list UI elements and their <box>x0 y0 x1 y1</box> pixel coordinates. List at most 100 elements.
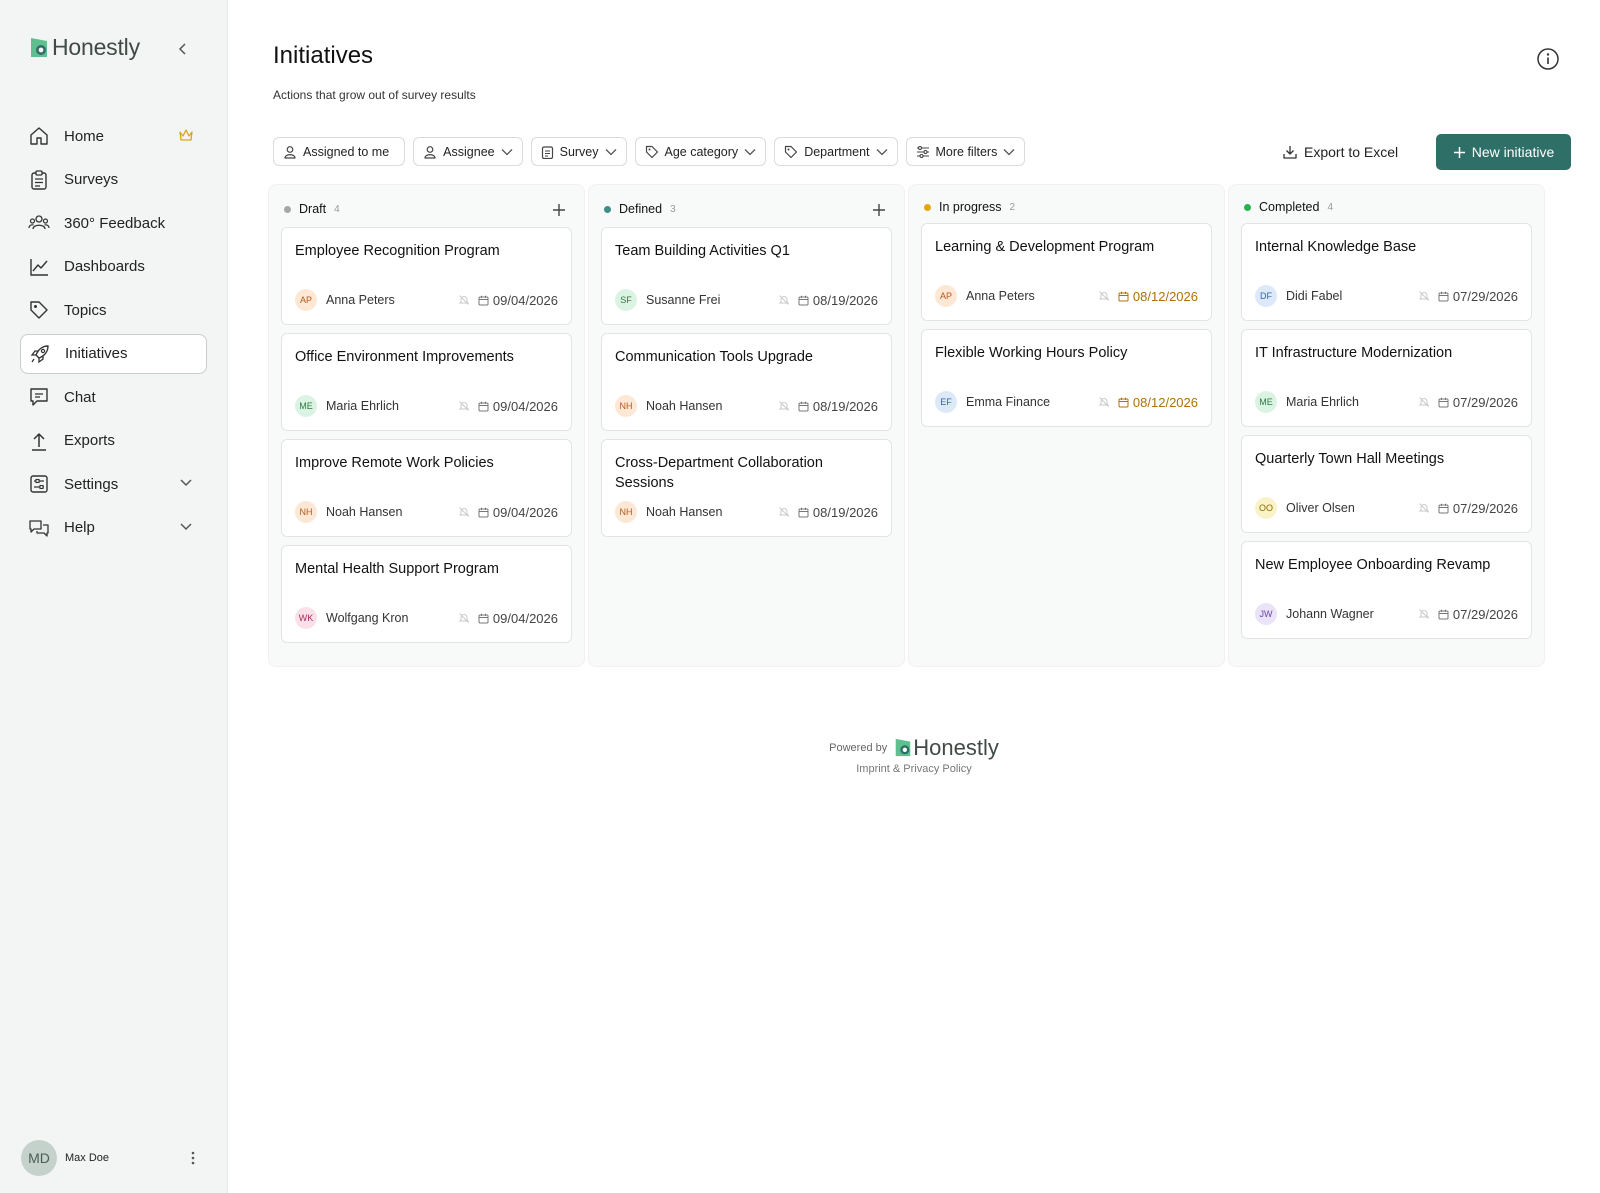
plus-icon <box>553 204 565 216</box>
avatar: AP <box>935 285 957 307</box>
initiative-card[interactable]: Flexible Working Hours Policy EF Emma Fina… <box>921 329 1212 427</box>
due-date: 09/04/2026 <box>492 292 558 308</box>
card-meta: NH Noah Hansen 09/04/2026 <box>295 501 558 523</box>
filter-assignee[interactable]: Assignee <box>413 137 523 166</box>
initiative-card[interactable]: Employee Recognition Program AP Anna Peter… <box>281 227 572 325</box>
sidebar-item-help[interactable]: Help <box>20 508 207 548</box>
user-name: Max Doe <box>65 1152 110 1164</box>
card-title: Employee Recognition Program <box>295 243 500 259</box>
initiative-card[interactable]: New Employee Onboarding Revamp JW Johann W… <box>1241 541 1532 639</box>
initiative-card[interactable]: Team Building Activities Q1 SF Susanne Fre… <box>601 227 892 325</box>
due-date: 09/04/2026 <box>492 610 558 626</box>
notification-off-icon <box>1098 290 1110 302</box>
assignee-name: Wolfgang Kron <box>326 611 409 625</box>
assignee-name: Oliver Olsen <box>1286 501 1355 515</box>
filter-age-category[interactable]: Age category <box>634 137 767 166</box>
sidebar-item-exports[interactable]: Exports <box>20 421 207 461</box>
notification-off-icon <box>1418 502 1430 514</box>
sidebar-item-settings[interactable]: Settings <box>20 464 207 504</box>
brand-logo[interactable]: Honestly <box>28 34 140 61</box>
sidebar-item-surveys[interactable]: Surveys <box>20 160 207 200</box>
crown-icon <box>177 126 195 144</box>
notification-off-icon <box>778 506 790 518</box>
initiative-card[interactable]: Communication Tools Upgrade NH Noah Hansen… <box>601 333 892 431</box>
column-title: In progress <box>939 200 1002 214</box>
due-date: 07/29/2026 <box>1452 500 1518 516</box>
filter-more-filters[interactable]: More filters <box>905 137 1026 166</box>
plus-icon <box>1453 146 1465 158</box>
sidebar-item-label: Settings <box>64 475 119 493</box>
brand-name: Honestly <box>52 34 140 60</box>
chevron-down-icon[interactable] <box>177 474 195 492</box>
initiative-card[interactable]: Cross-Department Collaboration Sessions N… <box>601 439 892 537</box>
initiative-card[interactable]: Mental Health Support Program WK Wolfgang … <box>281 545 572 643</box>
sidebar-item-chat[interactable]: Chat <box>20 377 207 417</box>
due-date: 08/12/2026 <box>1132 288 1198 304</box>
avatar: MD <box>21 1140 57 1176</box>
filter-label: Age category <box>664 144 739 159</box>
sidebar-item-home[interactable]: Home <box>20 116 207 156</box>
avatar: WK <box>295 607 317 629</box>
sidebar-item-label: Chat <box>64 388 96 406</box>
calendar-icon <box>798 401 809 412</box>
export-label: Export to Excel <box>1304 143 1399 160</box>
card-meta: AP Anna Peters 09/04/2026 <box>295 289 558 311</box>
add-card-button[interactable] <box>870 201 888 219</box>
initiative-card[interactable]: Internal Knowledge Base DF Didi Fabel 07/29… <box>1241 223 1532 321</box>
due-date: 08/19/2026 <box>812 292 878 308</box>
sidebar-item-360-feedback[interactable]: 360° Feedback <box>20 203 207 243</box>
avatar: ME <box>1255 391 1277 413</box>
imprint-privacy-link[interactable]: Imprint & Privacy Policy <box>228 763 1600 775</box>
card-meta: OO Oliver Olsen 07/29/2026 <box>1255 497 1518 519</box>
column-header: Completed 4 <box>1244 198 1333 216</box>
column-header: Draft 4 <box>284 200 340 218</box>
filter-label: More filters <box>935 144 998 159</box>
export-to-excel-button[interactable]: Export to Excel <box>1276 137 1404 166</box>
sidebar-item-label: Exports <box>64 432 115 449</box>
avatar: NH <box>615 501 637 523</box>
new-initiative-button[interactable]: New initiative <box>1436 134 1571 170</box>
user-menu[interactable]: MD Max Doe <box>21 1140 211 1176</box>
notification-off-icon <box>1418 608 1430 620</box>
chevron-down-icon <box>1003 148 1015 155</box>
status-dot <box>1244 203 1251 211</box>
sidebar-item-initiatives[interactable]: Initiatives <box>20 333 207 374</box>
more-vertical-icon[interactable] <box>183 1148 203 1168</box>
clipboard-icon <box>541 145 553 159</box>
assignee-name: Noah Hansen <box>326 505 403 519</box>
add-card-button[interactable] <box>550 201 568 219</box>
sidebar-item-topics[interactable]: Topics <box>20 290 207 330</box>
initiative-card[interactable]: IT Infrastructure Modernization ME Maria E… <box>1241 329 1532 427</box>
info-button[interactable] <box>1536 47 1560 71</box>
initiative-card[interactable]: Learning & Development Program AP Anna Pet… <box>921 223 1212 321</box>
avatar: SF <box>615 289 637 311</box>
card-title: Cross-Department Collaboration Sessions <box>615 455 823 491</box>
filter-survey[interactable]: Survey <box>530 137 627 166</box>
calendar-icon <box>478 507 489 518</box>
card-title: Learning & Development Program <box>935 239 1155 255</box>
notification-off-icon <box>778 294 790 306</box>
chevron-left-icon <box>178 43 186 55</box>
filter-assigned-to-me[interactable]: Assigned to me <box>273 137 406 166</box>
initiative-card[interactable]: Quarterly Town Hall Meetings OO Oliver Ols… <box>1241 435 1532 533</box>
avatar: JW <box>1255 603 1277 625</box>
due-date: 09/04/2026 <box>492 398 558 414</box>
sidebar: Honestly Home Surveys 360° Feedback Dash… <box>0 0 228 1193</box>
due-date: 09/04/2026 <box>492 504 558 520</box>
filter-bar: Assigned to me Assignee Survey Age categ… <box>273 137 1033 166</box>
sidebar-item-dashboards[interactable]: Dashboards <box>20 247 207 287</box>
clipboard-icon <box>28 169 50 191</box>
column-header: In progress 2 <box>924 198 1015 216</box>
due-date: 08/12/2026 <box>1132 394 1198 410</box>
chevron-down-icon[interactable] <box>177 518 195 536</box>
kanban-column-in-progress: In progress 2 Learning & Development Progr… <box>908 184 1225 667</box>
initiative-card[interactable]: Office Environment Improvements ME Maria E… <box>281 333 572 431</box>
calendar-icon <box>1438 609 1449 620</box>
chevron-down-icon <box>605 148 616 155</box>
notification-off-icon <box>1418 290 1430 302</box>
filter-department[interactable]: Department <box>774 137 898 166</box>
sidebar-item-label: 360° Feedback <box>64 214 166 232</box>
initiative-card[interactable]: Improve Remote Work Policies NH Noah Hanse… <box>281 439 572 537</box>
card-title: New Employee Onboarding Revamp <box>1255 557 1491 573</box>
collapse-sidebar-button[interactable] <box>172 38 194 60</box>
